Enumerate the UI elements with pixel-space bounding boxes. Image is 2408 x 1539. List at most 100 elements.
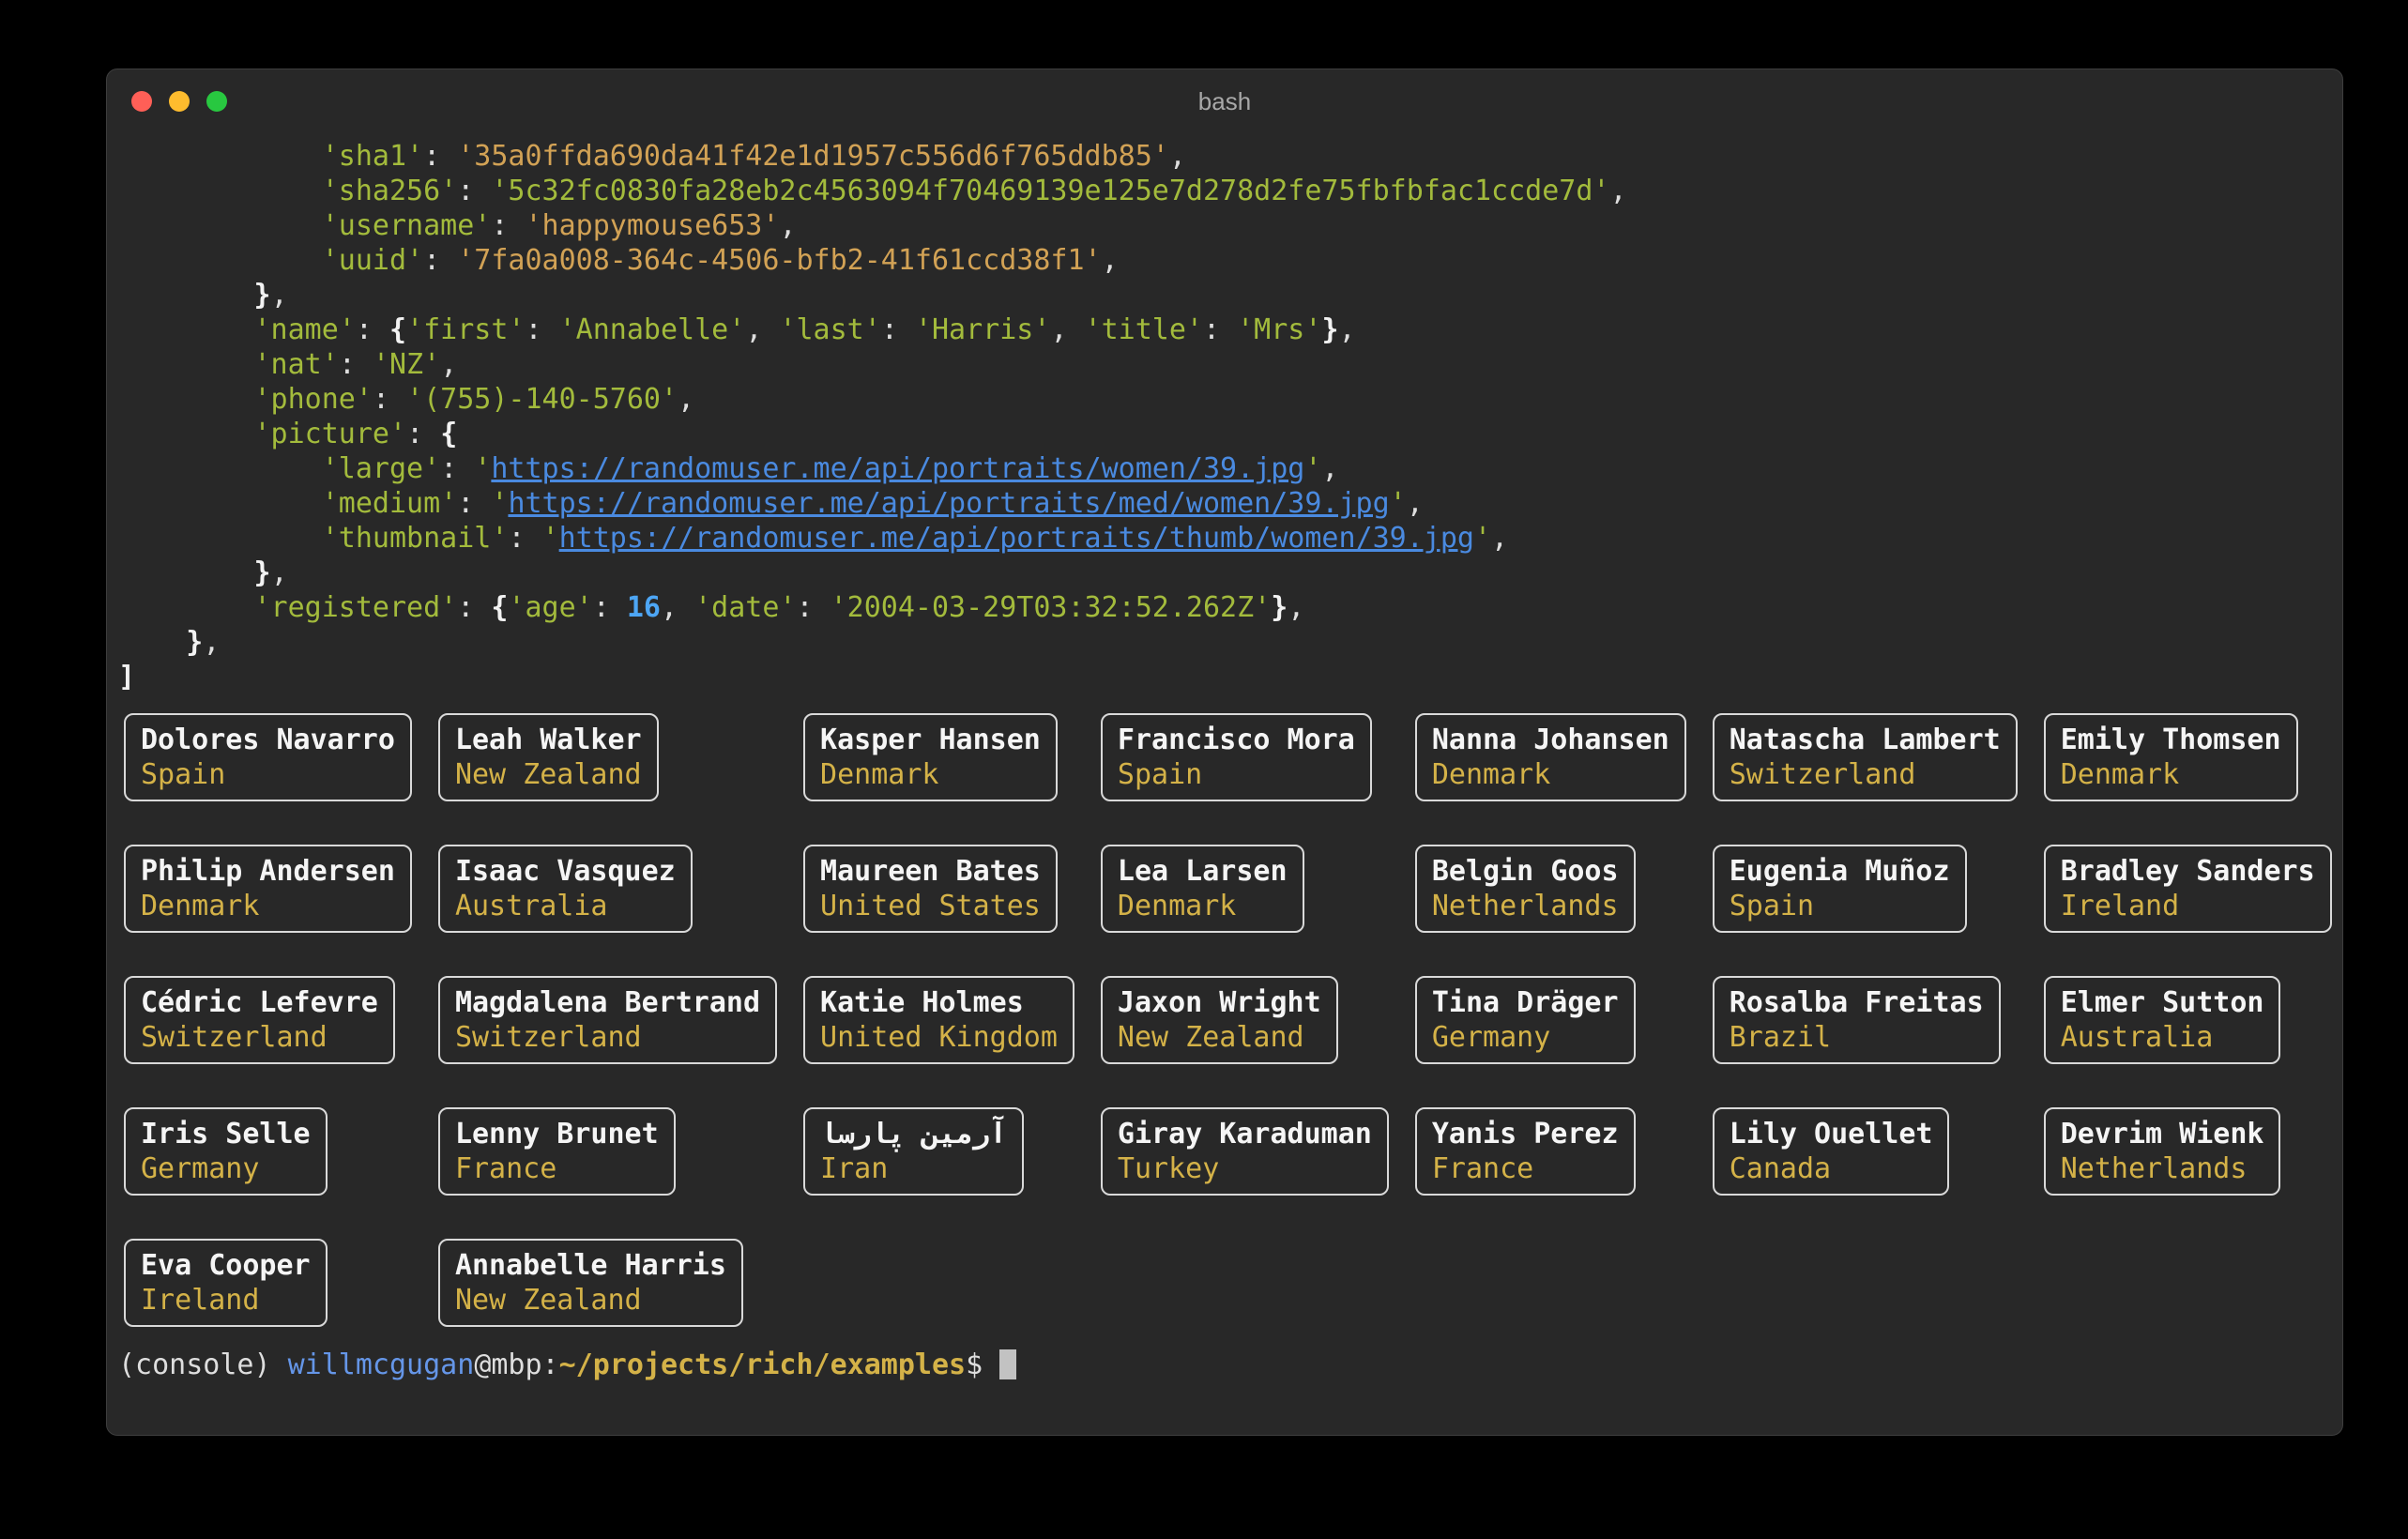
output-line: 'large': 'https://randomuser.me/api/port…	[118, 451, 2331, 486]
text-segment: :	[423, 244, 458, 277]
text-segment: 'picture'	[253, 418, 407, 450]
user-country: Germany	[1431, 1021, 1551, 1054]
output-line: 'medium': 'https://randomuser.me/api/por…	[118, 486, 2331, 521]
user-card: Kasper Hansen Denmark	[803, 713, 1058, 801]
text-segment	[118, 209, 322, 242]
text-segment	[118, 175, 322, 207]
zoom-button[interactable]	[206, 91, 227, 112]
text-segment: }	[1321, 313, 1339, 346]
user-card: آرمین پارسا Iran	[803, 1107, 1024, 1196]
text-segment: :	[457, 591, 492, 624]
text-segment: ,	[203, 626, 221, 659]
text-segment: 'username'	[321, 209, 492, 242]
user-card: Cédric Lefevre Switzerland	[124, 976, 395, 1064]
text-segment: :	[1203, 313, 1238, 346]
user-card: Natascha Lambert Switzerland	[1712, 713, 2018, 801]
text-segment: 16	[626, 591, 661, 624]
text-segment: 'Mrs'	[1237, 313, 1322, 346]
user-country: Brazil	[1729, 1021, 1832, 1054]
text-segment: ,	[661, 591, 695, 624]
text-segment: '2004-03-29T03:32:52.262Z'	[830, 591, 1272, 624]
text-segment: :	[491, 209, 526, 242]
minimize-button[interactable]	[169, 91, 190, 112]
shell-prompt-line[interactable]: (console) willmcgugan@mbp:~/projects/ric…	[118, 1348, 2331, 1382]
text-segment	[118, 626, 186, 659]
output-line: 'thumbnail': 'https://randomuser.me/api/…	[118, 521, 2331, 556]
user-name: Nanna Johansen	[1431, 724, 1669, 756]
user-name: Eugenia Muñoz	[1729, 855, 1950, 888]
text-segment	[118, 487, 322, 520]
user-country: Switzerland	[454, 1021, 642, 1054]
output-line: 'name': {'first': 'Annabelle', 'last': '…	[118, 312, 2331, 347]
text-segment: 'date'	[694, 591, 797, 624]
text-segment: 'Harris'	[914, 313, 1051, 346]
user-card: Emily Thomsen Denmark	[2043, 713, 2298, 801]
titlebar[interactable]: bash	[107, 69, 2342, 133]
url-link[interactable]: https://randomuser.me/api/portraits/thum…	[559, 522, 1474, 555]
close-button[interactable]	[131, 91, 152, 112]
user-name: Giray Karaduman	[1117, 1118, 1372, 1150]
user-card: Yanis Perez France	[1414, 1107, 1636, 1196]
text-segment: 'title'	[1084, 313, 1203, 346]
terminal-content[interactable]: 'sha1': '35a0ffda690da41f42e1d1957c556d6…	[107, 133, 2342, 1382]
text-segment	[118, 279, 254, 312]
text-segment: :	[355, 313, 389, 346]
text-segment: 'registered'	[253, 591, 458, 624]
text-segment	[118, 556, 254, 589]
user-card: Jaxon Wright New Zealand	[1100, 976, 1338, 1064]
user-name: Lily Ouellet	[1729, 1118, 1933, 1150]
user-country: United Kingdom	[820, 1021, 1058, 1054]
text-segment: :	[508, 522, 542, 555]
user-card: Belgin Goos Netherlands	[1414, 845, 1636, 933]
user-country: Iran	[820, 1152, 889, 1185]
text-segment: 'age'	[508, 591, 593, 624]
text-segment: :	[796, 591, 831, 624]
text-segment: ,	[1321, 452, 1339, 485]
text-segment: }	[253, 279, 271, 312]
text-segment: '	[474, 452, 492, 485]
text-segment: ,	[1288, 591, 1305, 624]
user-name: Tina Dräger	[1431, 986, 1619, 1019]
text-segment: ,	[779, 209, 797, 242]
user-name: Katie Holmes	[820, 986, 1024, 1019]
url-link[interactable]: https://randomuser.me/api/portraits/wome…	[491, 452, 1304, 485]
text-segment: '	[1473, 522, 1492, 555]
text-segment: ,	[1491, 522, 1509, 555]
output-line: ]	[118, 660, 2331, 694]
text-segment: willmcgugan	[287, 1349, 475, 1381]
output-line: 'picture': {	[118, 417, 2331, 451]
user-country: Spain	[1117, 758, 1203, 791]
user-card: Philip Andersen Denmark	[124, 845, 412, 933]
user-card: Eugenia Muñoz Spain	[1712, 845, 1967, 933]
output-line: },	[118, 556, 2331, 590]
user-name: Dolores Navarro	[141, 724, 395, 756]
text-segment: :	[423, 140, 458, 173]
user-name: Cédric Lefevre	[141, 986, 378, 1019]
user-country: Australia	[454, 890, 608, 922]
text-segment: }	[1271, 591, 1288, 624]
url-link[interactable]: https://randomuser.me/api/portraits/med/…	[508, 487, 1389, 520]
text-segment: ,	[270, 279, 288, 312]
user-card: Francisco Mora Spain	[1100, 713, 1372, 801]
user-card: Eva Cooper Ireland	[124, 1239, 328, 1327]
text-segment: 'large'	[321, 452, 441, 485]
user-name: Kasper Hansen	[820, 724, 1041, 756]
text-segment	[118, 348, 254, 381]
text-segment: ,	[1338, 313, 1356, 346]
user-name: Elmer Sutton	[2060, 986, 2264, 1019]
user-card: Bradley Sanders Ireland	[2043, 845, 2332, 933]
window-title: bash	[1197, 86, 1252, 115]
user-name: Bradley Sanders	[2060, 855, 2315, 888]
user-name: Belgin Goos	[1431, 855, 1619, 888]
text-segment	[118, 452, 322, 485]
text-segment: @mbp:	[474, 1349, 559, 1381]
user-card: Lily Ouellet Canada	[1712, 1107, 1950, 1196]
user-name: Philip Andersen	[141, 855, 395, 888]
text-segment: :	[457, 175, 492, 207]
user-country: Denmark	[141, 890, 260, 922]
text-segment: 'uuid'	[321, 244, 424, 277]
text-segment	[118, 418, 254, 450]
user-country: Switzerland	[1729, 758, 1916, 791]
user-card: Maureen Bates United States	[803, 845, 1058, 933]
python-dict-output: 'sha1': '35a0ffda690da41f42e1d1957c556d6…	[118, 139, 2331, 694]
